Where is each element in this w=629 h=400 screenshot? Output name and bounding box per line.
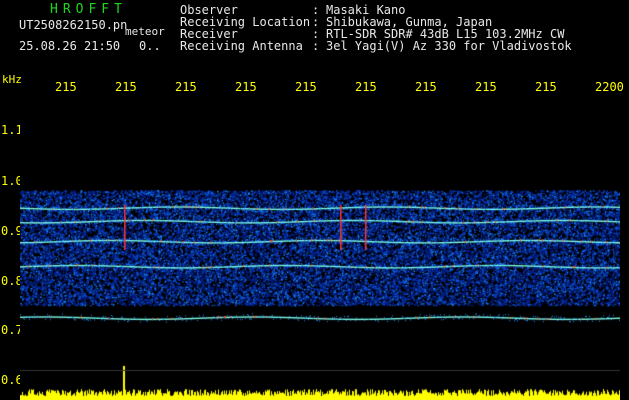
y-axis-unit: kHz xyxy=(2,73,22,86)
x-tick-label: 215 xyxy=(475,80,497,94)
x-tick-label: 215 xyxy=(535,80,557,94)
x-tick-label: 2200 xyxy=(595,80,624,94)
x-tick-label: 215 xyxy=(235,80,257,94)
x-tick-label: 215 xyxy=(175,80,197,94)
x-tick-label: 215 xyxy=(415,80,437,94)
x-tick-label: 215 xyxy=(295,80,317,94)
x-tick-label: 215 xyxy=(55,80,77,94)
info-label: Receiving Antenna xyxy=(180,39,303,53)
meteor-label: meteor xyxy=(125,25,165,38)
meteor-count: 0.. xyxy=(139,39,161,53)
x-tick-label: 215 xyxy=(355,80,377,94)
hrofft-logo: HROFFT xyxy=(50,2,127,17)
x-tick-label: 215 xyxy=(115,80,137,94)
info-separator: : xyxy=(312,39,320,53)
spectrogram-waterfall xyxy=(20,100,620,400)
file-name: UT2508262150.pn xyxy=(19,18,128,32)
observation-datetime: 25.08.26 21:50 xyxy=(19,39,121,53)
info-value: 3el Yagi(V) Az 330 for Vladivostok xyxy=(326,39,572,53)
